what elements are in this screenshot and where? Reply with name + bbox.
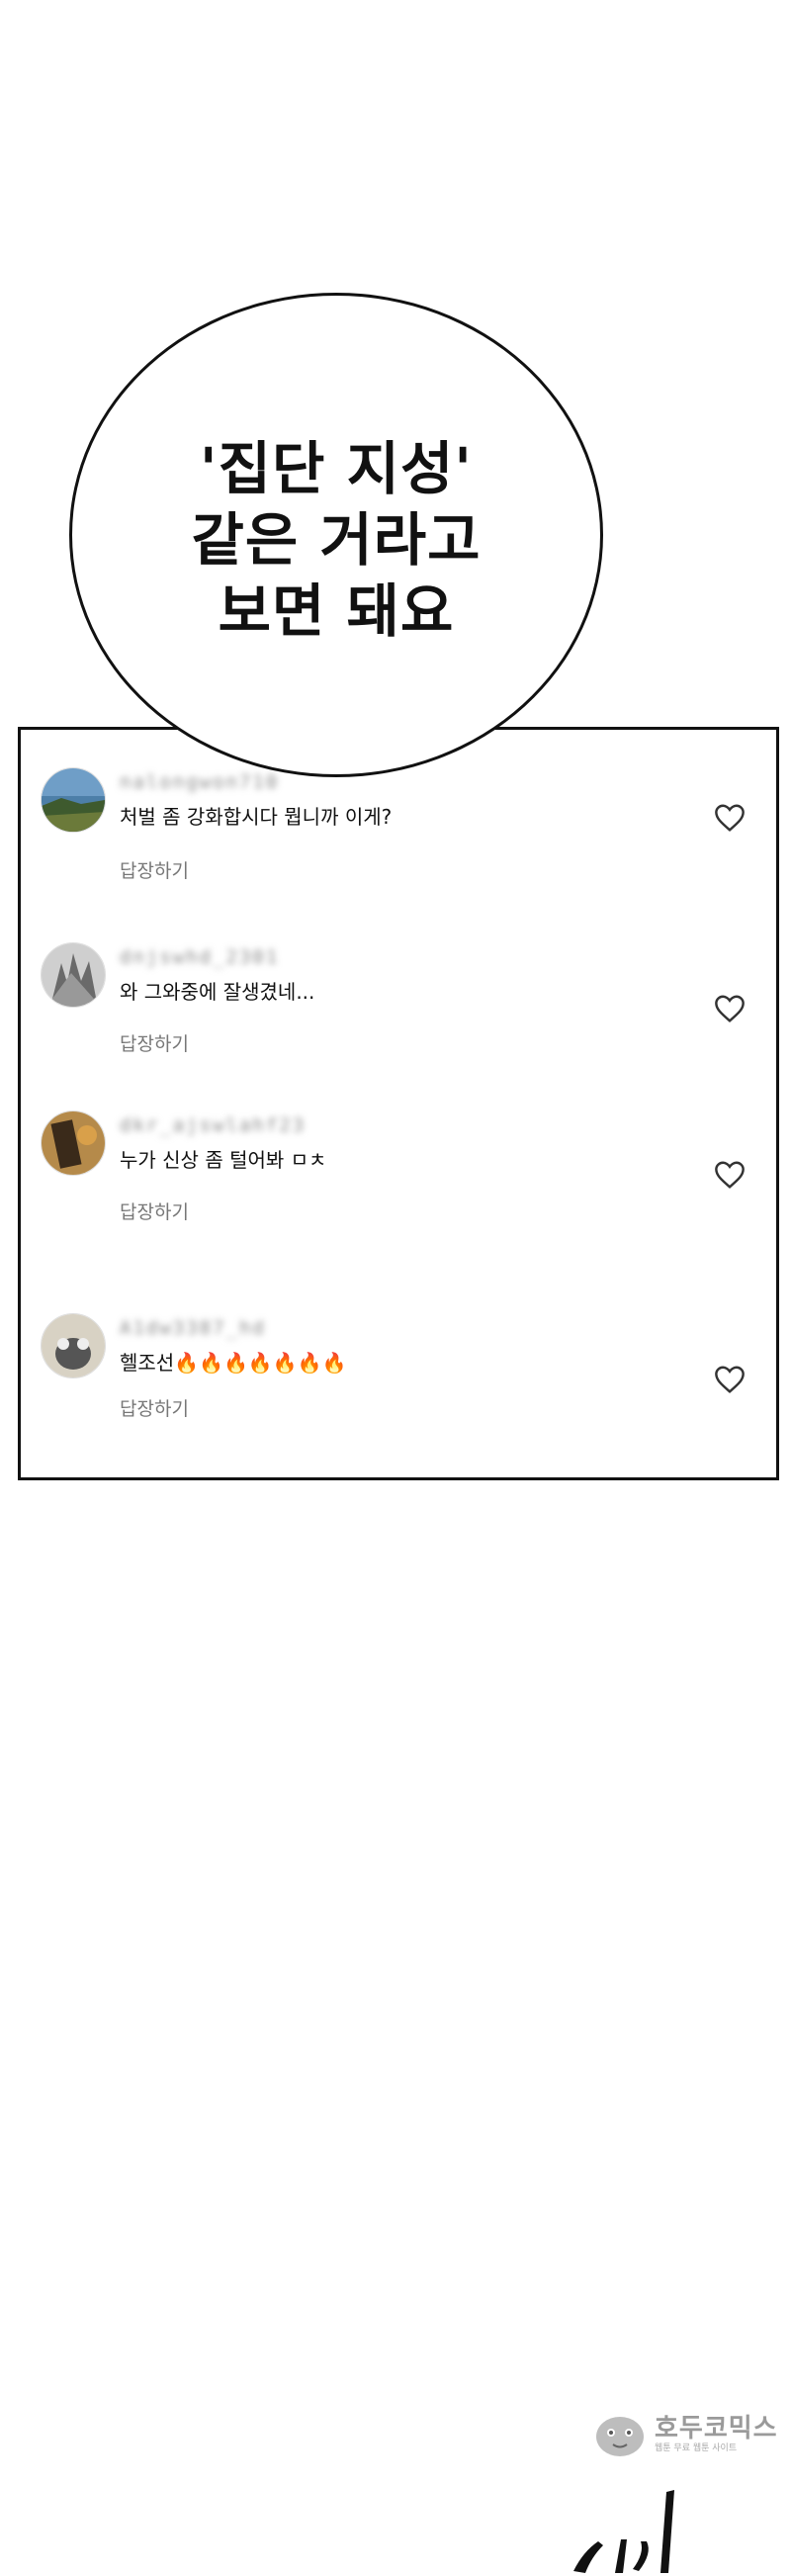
reply-button[interactable]: 답장하기 [120,856,189,883]
speech-line-3: 보면 돼요 [218,577,455,645]
username[interactable]: dnjswhd_2301 [120,946,279,968]
comment-panel: nalongwon710 처벌 좀 강화합시다 뭡니까 이게? 답장하기 dnj… [18,727,779,1480]
avatar-cat-icon[interactable] [41,1313,106,1378]
comment-item: dkr_ajswlahf23 누가 신상 좀 털어봐 ㅁㅊ 답장하기 [21,1110,776,1259]
brush-stroke-decoration [573,2490,674,2573]
username[interactable]: A1dw3387_hd [120,1317,266,1339]
heart-icon[interactable] [713,1365,747,1394]
comment-text: 와 그와중에 잘생겼네... [120,980,315,1004]
comment-item: nalongwon710 처벌 좀 강화합시다 뭡니까 이게? 답장하기 [21,767,776,916]
comment-item: A1dw3387_hd 헬조선🔥🔥🔥🔥🔥🔥🔥 답장하기 [21,1313,776,1462]
speech-bubble: '집단 지성' 같은 거라고 보면 돼요 [69,293,603,777]
avatar-grayscale-tree-icon[interactable] [41,942,106,1008]
avatar-landscape-icon[interactable] [41,767,106,833]
reply-button[interactable]: 답장하기 [120,1029,189,1056]
watermark: 호두코믹스 웹툰 무료 웹툰 사이트 [591,2407,789,2462]
watermark-subtitle: 웹툰 무료 웹툰 사이트 [655,2443,738,2453]
comment-item: dnjswhd_2301 와 그와중에 잘생겼네... 답장하기 [21,942,776,1091]
watermark-title: 호두코믹스 [655,2414,778,2443]
comment-text: 헬조선🔥🔥🔥🔥🔥🔥🔥 [120,1351,347,1375]
avatar-brown-icon[interactable] [41,1110,106,1176]
speech-line-1: '집단 지성' [199,435,474,502]
comment-text: 누가 신상 좀 털어봐 ㅁㅊ [120,1148,327,1172]
walnut-mascot-icon [596,2417,644,2456]
reply-button[interactable]: 답장하기 [120,1198,189,1224]
heart-icon[interactable] [713,803,747,833]
comment-text: 처벌 좀 강화합시다 뭡니까 이게? [120,805,393,829]
reply-button[interactable]: 답장하기 [120,1394,189,1421]
heart-icon[interactable] [713,994,747,1023]
username[interactable]: dkr_ajswlahf23 [120,1114,306,1136]
speech-line-2: 같은 거라고 [191,506,482,574]
username[interactable]: nalongwon710 [120,771,279,793]
heart-icon[interactable] [713,1160,747,1190]
